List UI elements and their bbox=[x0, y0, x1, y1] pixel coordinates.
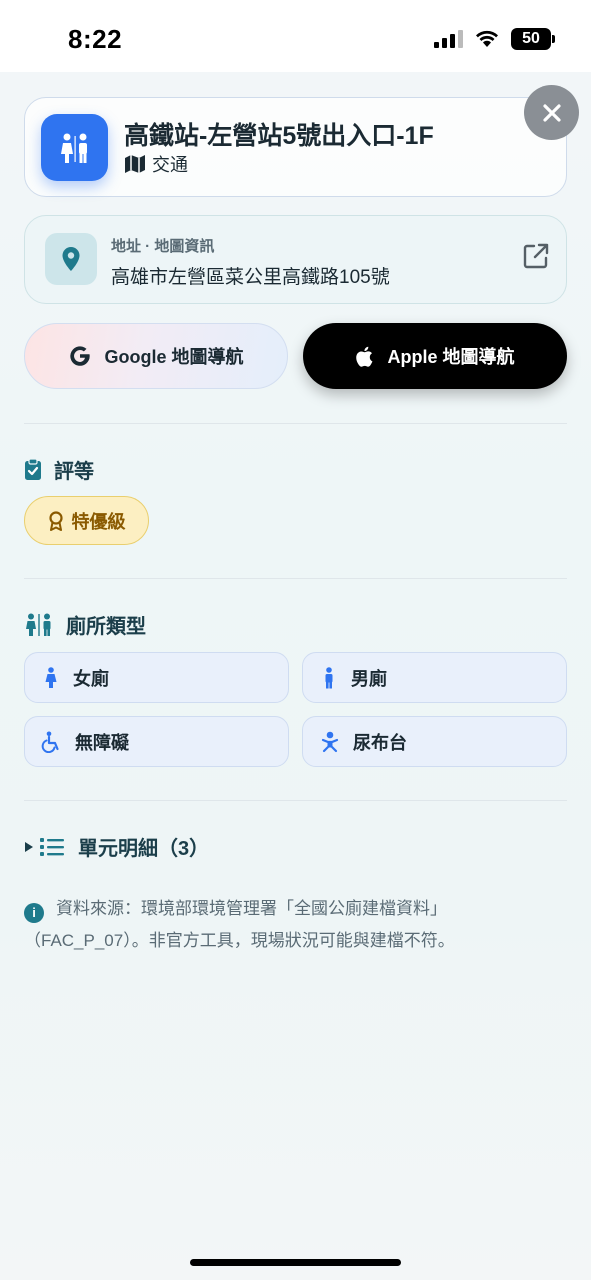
divider bbox=[24, 578, 567, 579]
man-icon bbox=[325, 666, 333, 688]
cellular-signal-icon bbox=[434, 30, 463, 48]
divider bbox=[24, 800, 567, 801]
toilet-type-label: 男廁 bbox=[351, 668, 387, 689]
apple-maps-nav-button[interactable]: Apple 地圖導航 bbox=[303, 323, 567, 389]
rating-heading: 評等 bbox=[24, 455, 94, 484]
rating-badge: 特優級 bbox=[24, 496, 149, 545]
facility-category: 交通 bbox=[124, 151, 188, 177]
baby-icon bbox=[321, 731, 339, 752]
restroom-icon bbox=[26, 613, 51, 636]
data-source-text: 資料來源：環境部環境管理署「全國公廁建檔資料」（FAC_P_07）。非官方工具，… bbox=[24, 899, 455, 950]
home-indicator[interactable] bbox=[190, 1259, 401, 1266]
facility-title: 高鐵站-左營站5號出入口-1F bbox=[124, 122, 434, 150]
google-nav-label: Google 地圖導航 bbox=[104, 347, 244, 367]
close-button[interactable] bbox=[524, 85, 579, 140]
woman-icon bbox=[45, 666, 57, 688]
restroom-icon bbox=[41, 114, 108, 181]
address-label: 地址 · 地圖資訊 bbox=[111, 238, 215, 255]
info-icon: i bbox=[24, 903, 44, 923]
status-time: 8:22 bbox=[68, 24, 123, 54]
rating-badge-label: 特優級 bbox=[71, 511, 126, 532]
status-bar: 8:22 50 bbox=[0, 0, 591, 72]
toilet-type-label: 無障礙 bbox=[75, 732, 129, 753]
map-icon bbox=[125, 155, 145, 173]
award-icon bbox=[48, 510, 63, 531]
external-link-icon[interactable] bbox=[521, 241, 551, 271]
toilet-type-accessible[interactable]: 無障礙 bbox=[24, 716, 289, 767]
battery-level: 50 bbox=[522, 30, 540, 47]
divider bbox=[24, 423, 567, 424]
toilet-type-male[interactable]: 男廁 bbox=[302, 652, 567, 703]
category-label: 交通 bbox=[152, 155, 188, 175]
toilet-type-diaper[interactable]: 尿布台 bbox=[302, 716, 567, 767]
status-icons: 50 bbox=[434, 28, 555, 50]
rating-heading-label: 評等 bbox=[54, 461, 94, 483]
facility-header-card: 高鐵站-左營站5號出入口-1F 交通 bbox=[24, 97, 567, 197]
battery-icon: 50 bbox=[511, 28, 555, 50]
toilet-types-heading-label: 廁所類型 bbox=[66, 616, 146, 638]
apple-nav-label: Apple 地圖導航 bbox=[387, 347, 515, 367]
disclosure-triangle-icon bbox=[25, 841, 33, 852]
apple-icon bbox=[356, 346, 373, 367]
location-pin-icon bbox=[45, 233, 97, 285]
toilet-type-label: 女廁 bbox=[73, 668, 109, 689]
close-icon bbox=[542, 103, 561, 122]
list-icon bbox=[40, 837, 64, 856]
toilet-type-label: 尿布台 bbox=[353, 732, 407, 753]
toilet-types-heading: 廁所類型 bbox=[24, 610, 146, 639]
units-details-label: 單元明細（3） bbox=[78, 838, 210, 860]
google-icon bbox=[69, 346, 90, 366]
address-text: 高雄市左營區菜公里高鐵路105號 bbox=[111, 267, 390, 288]
units-details-toggle[interactable]: 單元明細（3） bbox=[24, 832, 209, 861]
google-maps-nav-button[interactable]: Google 地圖導航 bbox=[24, 323, 288, 389]
wifi-icon bbox=[476, 30, 498, 47]
address-card[interactable]: 地址 · 地圖資訊 高雄市左營區菜公里高鐵路105號 bbox=[24, 215, 567, 304]
clipboard-check-icon bbox=[25, 458, 41, 480]
toilet-type-female[interactable]: 女廁 bbox=[24, 652, 289, 703]
wheelchair-icon bbox=[41, 731, 59, 753]
data-source-note: i 資料來源：環境部環境管理署「全國公廁建檔資料」（FAC_P_07）。非官方工具… bbox=[24, 893, 544, 957]
